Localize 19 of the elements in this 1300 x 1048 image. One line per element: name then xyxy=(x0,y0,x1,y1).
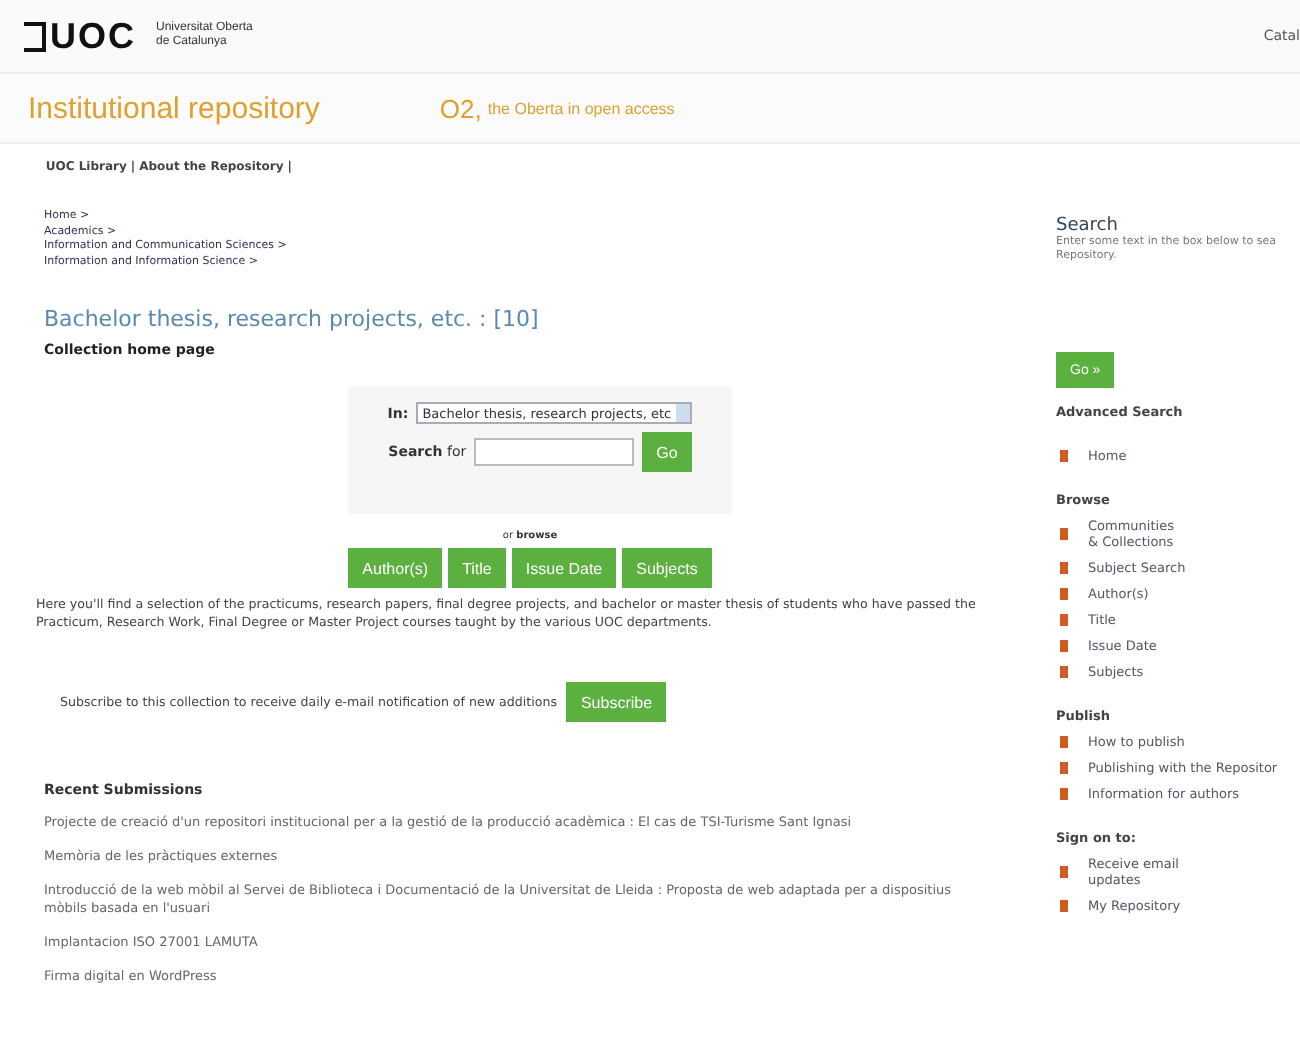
bullet-icon xyxy=(1060,900,1068,912)
bullet-icon xyxy=(1060,666,1068,678)
o2-title: O2, xyxy=(439,93,482,123)
bullet-icon xyxy=(1060,736,1068,748)
bullet-icon xyxy=(1060,762,1068,774)
bullet-icon xyxy=(1060,640,1068,652)
bullet-icon xyxy=(1060,528,1068,540)
bullet-icon xyxy=(1060,614,1068,626)
bullet-icon xyxy=(1060,788,1068,800)
bullet-icon xyxy=(1060,588,1068,600)
tagline: the Oberta in open access xyxy=(487,99,675,117)
logo[interactable]: UOC xyxy=(24,15,136,57)
sidebar-title: Search xyxy=(1056,216,1120,236)
bullet-icon xyxy=(1060,866,1068,878)
bullet-icon xyxy=(1060,450,1068,462)
collection-title: Bachelor thesis, research projects, etc. : [10] xyxy=(44,306,541,332)
site-title: Institutional repository xyxy=(28,91,320,125)
bullet-icon xyxy=(1060,562,1068,574)
search-field[interactable] xyxy=(474,438,635,466)
